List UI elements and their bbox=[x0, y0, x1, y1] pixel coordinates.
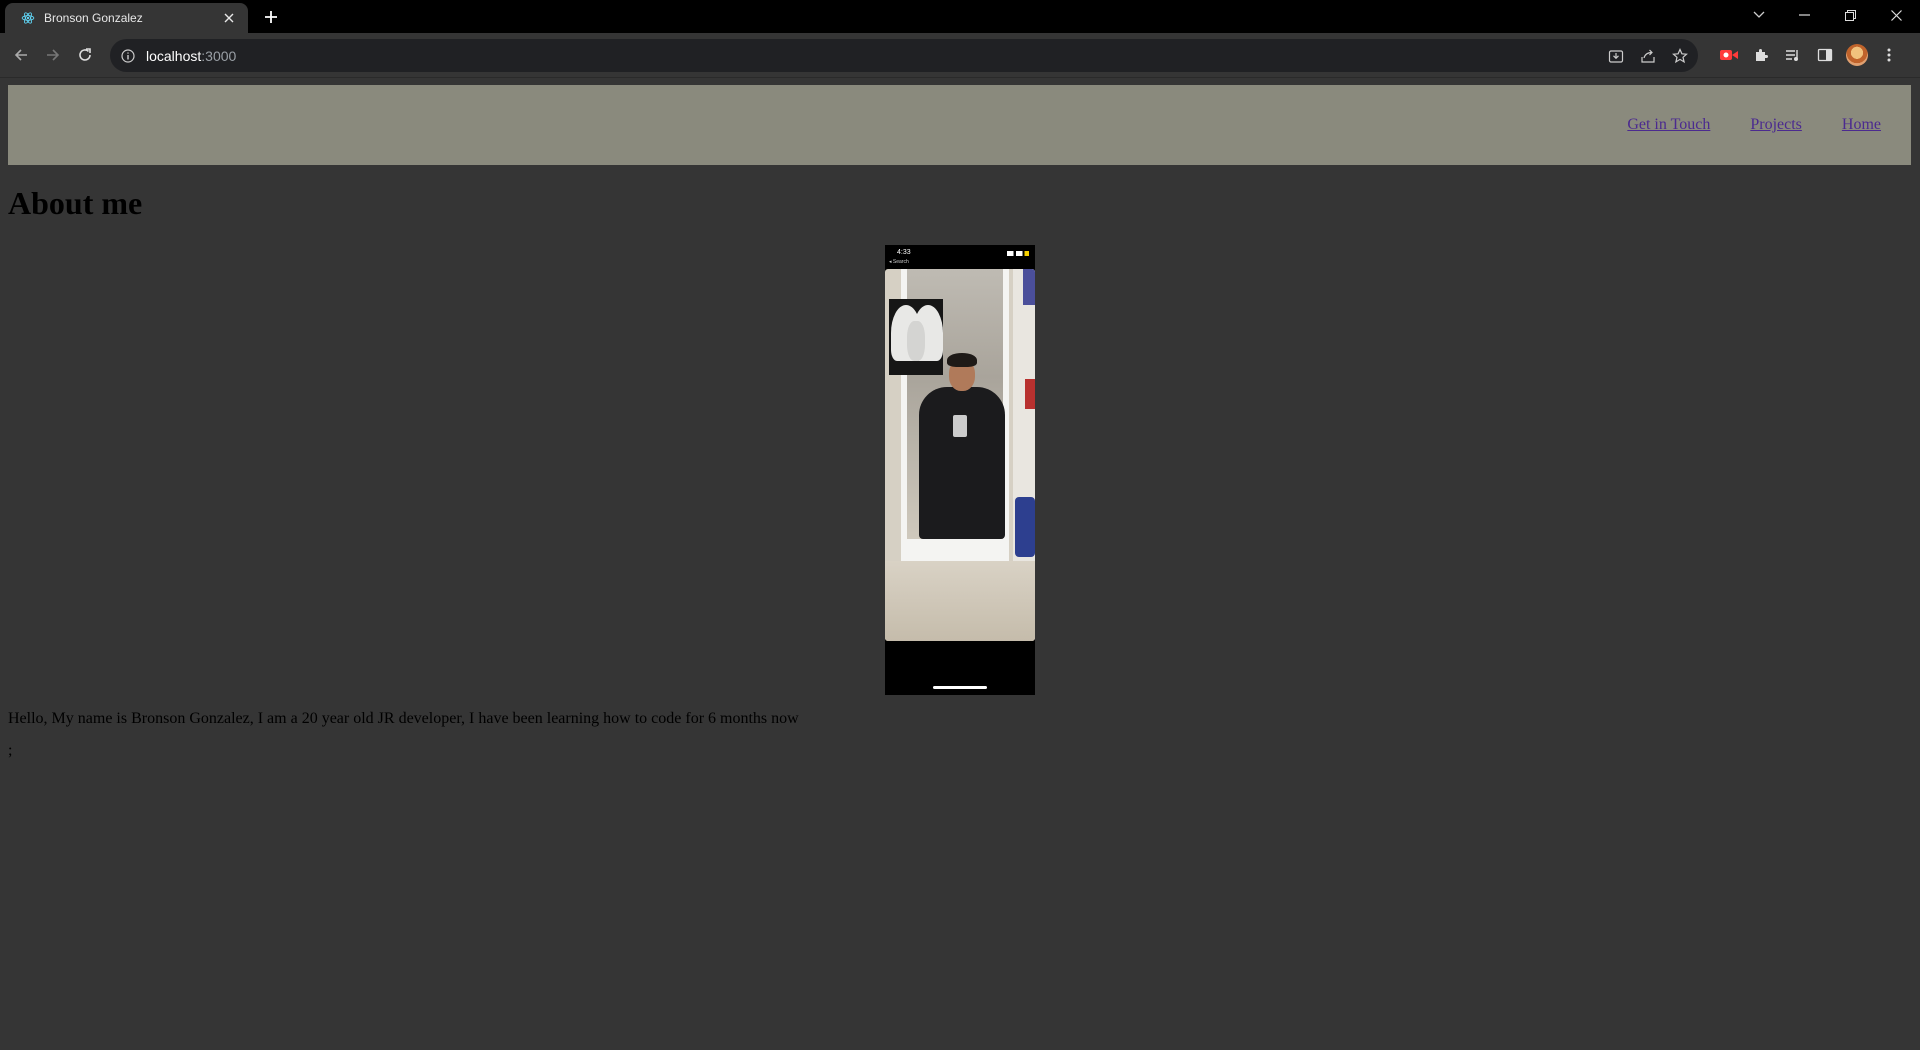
profile-avatar[interactable] bbox=[1846, 44, 1868, 66]
shelf-item-box bbox=[1015, 497, 1035, 557]
shelf-item-blue bbox=[1023, 269, 1035, 305]
phone-time: 4:33 bbox=[897, 249, 911, 256]
extensions-area bbox=[1718, 42, 1900, 68]
phone-back-label: ◂ Search bbox=[889, 259, 909, 265]
close-tab-icon[interactable] bbox=[220, 9, 238, 27]
browser-tab[interactable]: Bronson Gonzalez bbox=[5, 3, 248, 33]
forward-arrow-icon[interactable] bbox=[40, 42, 66, 68]
person-hair bbox=[947, 353, 977, 367]
more-menu-icon[interactable] bbox=[1878, 44, 1900, 66]
red-record-extension-icon[interactable] bbox=[1718, 44, 1740, 66]
shelf-item-red bbox=[1025, 379, 1035, 409]
mirror-selfie-scene bbox=[885, 269, 1035, 641]
url-host: localhost bbox=[146, 47, 202, 64]
person-jacket bbox=[919, 387, 1005, 539]
reload-icon[interactable] bbox=[72, 42, 98, 68]
phone-status-icons bbox=[1007, 251, 1029, 256]
phone-home-indicator bbox=[933, 686, 987, 689]
restore-icon[interactable] bbox=[1827, 0, 1873, 30]
site-info-icon[interactable] bbox=[120, 48, 136, 64]
puzzle-piece-icon[interactable] bbox=[1750, 44, 1772, 66]
media-playlist-icon[interactable] bbox=[1782, 44, 1804, 66]
browser-toolbar: localhost:3000 bbox=[0, 33, 1920, 78]
close-window-icon[interactable] bbox=[1873, 0, 1919, 30]
phone-status-bar: 4:33 ◂ Search bbox=[885, 245, 1035, 269]
site-navigation-header: Get in Touch Projects Home bbox=[8, 85, 1911, 165]
phone-in-hand bbox=[953, 415, 967, 437]
back-arrow-icon[interactable] bbox=[8, 42, 34, 68]
nav-link-get-in-touch[interactable]: Get in Touch bbox=[1627, 116, 1710, 134]
bookmark-star-icon[interactable] bbox=[1670, 46, 1690, 66]
browser-tab-bar: Bronson Gonzalez bbox=[0, 0, 1920, 33]
owl-body bbox=[907, 321, 925, 361]
address-bar[interactable]: localhost:3000 bbox=[110, 39, 1698, 72]
install-app-icon[interactable] bbox=[1606, 46, 1626, 66]
page-heading: About me bbox=[8, 185, 143, 221]
trailing-text: ; bbox=[8, 742, 13, 759]
intro-paragraph: Hello, My name is Bronson Gonzalez, I am… bbox=[8, 710, 799, 727]
new-tab-icon[interactable] bbox=[260, 6, 282, 28]
owl-album-cover bbox=[889, 299, 943, 375]
minimize-icon[interactable] bbox=[1781, 0, 1827, 30]
url-text: localhost:3000 bbox=[146, 48, 236, 64]
react-logo-icon bbox=[20, 10, 36, 26]
share-icon[interactable] bbox=[1638, 46, 1658, 66]
nav-link-home[interactable]: Home bbox=[1842, 116, 1881, 134]
sink-counter bbox=[885, 561, 1035, 641]
nav-link-projects[interactable]: Projects bbox=[1750, 116, 1802, 134]
profile-photo: 4:33 ◂ Search bbox=[885, 245, 1035, 695]
tab-title: Bronson Gonzalez bbox=[44, 11, 143, 25]
web-page: Get in Touch Projects Home About me 4:33… bbox=[0, 79, 1920, 1050]
side-panel-icon[interactable] bbox=[1814, 44, 1836, 66]
tab-search-chevron-icon[interactable] bbox=[1736, 0, 1782, 30]
url-port: :3000 bbox=[201, 47, 237, 64]
address-bar-actions bbox=[1606, 39, 1690, 72]
